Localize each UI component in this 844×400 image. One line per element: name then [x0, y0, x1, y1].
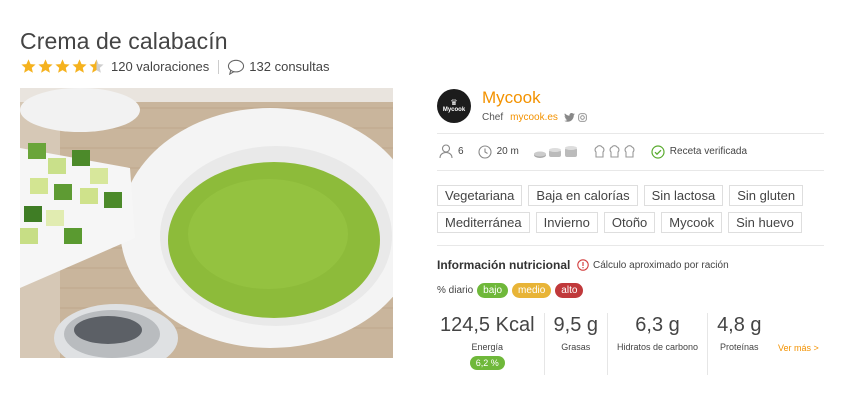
- nutrition-note: Cálculo aproximado por ración: [577, 259, 729, 271]
- alert-icon: [577, 259, 589, 271]
- nutrient-label: Proteínas: [720, 342, 759, 352]
- nutrition-note-text: Cálculo aproximado por ración: [593, 259, 729, 271]
- clock-icon: [478, 144, 492, 159]
- chef-role: Chef: [482, 112, 504, 123]
- speech-bubble-icon: [228, 59, 245, 75]
- divider: [437, 170, 824, 171]
- nutrient-protein: 4,8 g Proteínas: [708, 313, 770, 375]
- nutrient-value: 9,5 g: [553, 314, 598, 336]
- nutrition-values: 124,5 Kcal Energía 6,2 % 9,5 g Grasas 6,…: [437, 313, 771, 375]
- daily-legend: % diario bajo medio alto: [437, 283, 584, 298]
- daily-percent-badge: 6,2 %: [469, 356, 505, 370]
- chef-avatar[interactable]: ♛ Mycook: [437, 89, 471, 123]
- chef-hat-icon: ♛: [450, 97, 458, 107]
- tag-otono[interactable]: Otoño: [603, 212, 656, 233]
- tag-mycook[interactable]: Mycook: [661, 212, 723, 233]
- check-circle-icon: [651, 144, 665, 159]
- time-value: 20 m: [496, 146, 519, 157]
- recipe-meta: 120 valoraciones 132 consultas: [20, 58, 330, 75]
- half-star-icon: [89, 59, 104, 73]
- tag-sin-gluten[interactable]: Sin gluten: [729, 185, 804, 206]
- divider: [218, 59, 220, 74]
- nutrient-carbs: 6,3 g Hidratos de carbono: [608, 313, 709, 375]
- star-icon: [72, 59, 87, 73]
- tag-mediterranea[interactable]: Mediterránea: [437, 212, 530, 233]
- nutrient-label: Energía: [471, 342, 504, 352]
- level-low-badge: bajo: [477, 283, 509, 298]
- verified-badge: Receta verificada: [651, 144, 748, 159]
- verified-label: Receta verificada: [669, 146, 748, 157]
- tag-baja-en-calorias[interactable]: Baja en calorías: [528, 185, 638, 206]
- nutrient-value: 124,5 Kcal: [440, 314, 535, 336]
- recipe-title: Crema de calabacín: [20, 28, 228, 54]
- chef-site-link[interactable]: mycook.es: [510, 112, 558, 123]
- nutrient-value: 6,3 g: [635, 314, 680, 336]
- star-icon: [55, 59, 70, 73]
- divider: [437, 245, 824, 246]
- nutrient-fat: 9,5 g Grasas: [545, 313, 608, 375]
- chef-hats-icon: [594, 145, 635, 158]
- nutrient-value: 4,8 g: [717, 314, 762, 336]
- recipe-photo: [20, 88, 393, 358]
- level-mid-badge: medio: [512, 283, 552, 298]
- star-icon: [38, 59, 53, 73]
- chef-logo-text: Mycook: [442, 106, 466, 113]
- servings-value: 6: [458, 146, 464, 157]
- nutrition-title: Información nutricional: [437, 258, 571, 272]
- tag-list: Vegetariana Baja en calorías Sin lactosa…: [437, 185, 827, 233]
- tag-sin-huevo[interactable]: Sin huevo: [728, 212, 802, 233]
- tag-vegetariana[interactable]: Vegetariana: [437, 185, 523, 206]
- social-links: [564, 113, 587, 122]
- ratings-count: 120 valoraciones: [111, 59, 210, 74]
- chef-name-link[interactable]: Mycook: [482, 88, 541, 108]
- views-count: 132 consultas: [249, 59, 330, 74]
- star-icon: [21, 59, 36, 73]
- chef-details: Chef mycook.es: [482, 112, 587, 123]
- divider: [437, 133, 824, 134]
- level-high-badge: alto: [555, 283, 584, 298]
- tag-sin-lactosa[interactable]: Sin lactosa: [643, 185, 724, 206]
- recipe-info-row: 6 20 m Receta verificada: [439, 144, 747, 159]
- tag-invierno[interactable]: Invierno: [535, 212, 598, 233]
- nutrient-label: Hidratos de carbono: [617, 342, 699, 352]
- instagram-icon[interactable]: [578, 113, 587, 122]
- twitter-icon[interactable]: [564, 113, 575, 122]
- rating-stars[interactable]: [20, 58, 105, 75]
- daily-label: % diario: [437, 285, 474, 296]
- nutrient-label: Grasas: [561, 342, 591, 352]
- pots-icon: [533, 145, 577, 158]
- nutrient-energy: 124,5 Kcal Energía 6,2 %: [437, 313, 545, 375]
- user-icon: [439, 144, 453, 159]
- see-more-link[interactable]: Ver más >: [778, 343, 819, 353]
